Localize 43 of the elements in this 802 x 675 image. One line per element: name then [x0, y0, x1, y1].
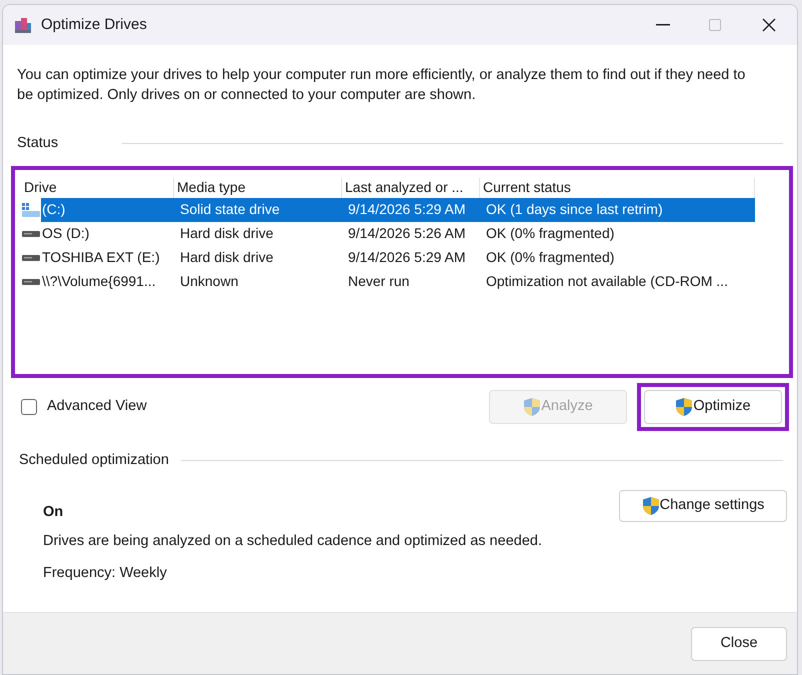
table-cell-text: OS (D:): [41, 224, 90, 244]
drive-row[interactable]: OS (D:) Hard disk drive 9/14/2026 5:26 AM OK (0% fragmented): [21, 222, 783, 246]
table-cell-text: 9/14/2026 5:26 AM: [347, 224, 467, 244]
table-cell-text: Optimization not available (CD-ROM ...: [485, 272, 729, 292]
table-cell-text: TOSHIBA EXT (E:): [41, 248, 161, 268]
drive-row[interactable]: (C:) Solid state drive 9/14/2026 5:29 AM OK (1 days since last retrim): [21, 198, 783, 222]
table-cell: OK (1 days since last retrim): [480, 198, 755, 222]
maximize-icon: [709, 19, 721, 31]
minimize-icon: [656, 24, 670, 26]
description-text: You can optimize your drives to help your computer run more efficiently, or analyze them to find out if they need to be optimized. Only drives on or connected to your computer are shown.: [17, 66, 746, 105]
system-drive-icon: [21, 202, 41, 218]
section-label: Scheduled optimization: [19, 450, 169, 470]
drive-icon: [21, 254, 41, 262]
shield-icon: [523, 396, 542, 417]
table-cell-text: \\?\Volume{6991...: [41, 272, 157, 292]
checkbox-label: Advanced View: [47, 396, 147, 416]
drive-icon: [21, 278, 41, 286]
table-cell: Solid state drive: [174, 198, 342, 222]
app-icon: [13, 15, 33, 35]
schedule-state: On: [43, 502, 64, 522]
table-cell-text: Never run: [347, 272, 410, 292]
shield-icon: [675, 396, 694, 417]
drive-row[interactable]: \\?\Volume{6991... Unknown Never run Optimization not available (CD-ROM ...: [21, 270, 783, 294]
checkbox[interactable]: [21, 398, 37, 415]
table-cell-text: OK (0% fragmented): [485, 224, 616, 244]
change-settings-button[interactable]: Change settings: [619, 490, 787, 522]
schedule-frequency: Frequency: Weekly: [43, 564, 168, 583]
close-icon: [762, 18, 776, 32]
drive-row[interactable]: TOSHIBA EXT (E:) Hard disk drive 9/14/2026 5:29 AM OK (0% fragmented): [21, 246, 783, 270]
table-cell-text: Hard disk drive: [179, 224, 274, 244]
table-cell-text: Hard disk drive: [179, 248, 274, 268]
shield-icon: [642, 496, 660, 516]
drive-icon: [21, 230, 41, 238]
table-cell: (C:): [41, 198, 174, 222]
schedule-description: Drives are being analyzed on a scheduled cadence and optimized as needed.: [43, 532, 542, 552]
table-cell-text: OK (0% fragmented): [485, 248, 616, 268]
table-cell-text: Unknown: [179, 272, 240, 292]
section-label: Status: [17, 134, 58, 153]
close-dialog-button[interactable]: Close: [691, 626, 787, 660]
action-button[interactable]: Optimize: [644, 390, 782, 424]
table-cell-text: 9/14/2026 5:29 AM: [347, 248, 467, 268]
window-title: Optimize Drives: [41, 14, 147, 35]
table-cell: 9/14/2026 5:29 AM: [342, 198, 480, 222]
